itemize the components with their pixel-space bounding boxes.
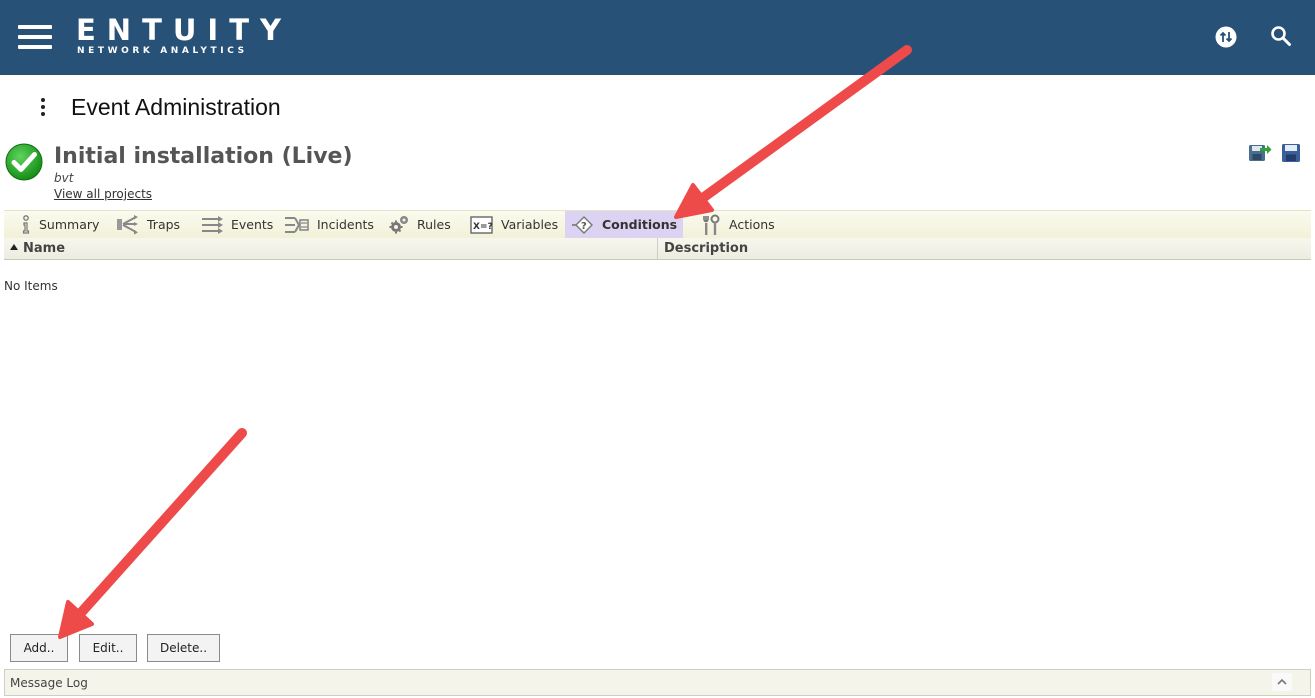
traps-icon — [117, 214, 138, 234]
chevron-up-icon[interactable] — [1272, 673, 1292, 691]
table-header: Name Description — [4, 238, 1311, 260]
message-log-label: Message Log — [10, 676, 88, 690]
tab-events-label: Events — [231, 217, 274, 232]
actions-icon — [703, 214, 720, 235]
tab-conditions[interactable]: ? Conditions — [565, 211, 684, 238]
edit-button[interactable]: Edit.. — [79, 634, 137, 662]
view-all-projects-link[interactable]: View all projects — [54, 187, 152, 201]
tab-bar: Summary Traps Events Incidents Rules X=?… — [4, 210, 1311, 238]
column-name-label: Name — [23, 241, 66, 256]
tab-summary-label: Summary — [39, 217, 100, 232]
column-header-name[interactable]: Name — [4, 238, 658, 260]
column-header-description[interactable]: Description — [658, 238, 1311, 260]
tab-variables[interactable]: X=? Variables — [464, 211, 564, 238]
save-icon[interactable] — [1281, 143, 1301, 163]
tab-incidents[interactable]: Incidents — [278, 211, 380, 238]
empty-table-message: No Items — [4, 279, 58, 293]
sync-icon[interactable] — [1215, 26, 1237, 48]
project-name: Initial installation (Live) — [54, 144, 353, 169]
annotation-arrow-conditions — [674, 45, 912, 219]
page-title: Event Administration — [71, 94, 281, 120]
check-circle-icon — [5, 143, 43, 181]
add-button[interactable]: Add.. — [10, 634, 68, 662]
tab-conditions-label: Conditions — [602, 217, 678, 232]
rules-icon — [389, 215, 408, 233]
sort-ascending-icon — [10, 244, 18, 250]
tab-events[interactable]: Events — [194, 211, 279, 238]
tab-variables-label: Variables — [501, 217, 559, 232]
annotation-arrow-add — [58, 428, 247, 639]
tab-traps-label: Traps — [147, 217, 181, 232]
tab-traps[interactable]: Traps — [110, 211, 186, 238]
tab-incidents-label: Incidents — [317, 217, 374, 232]
brand-logo: ENTUITY NETWORK ANALYTICS — [76, 15, 292, 57]
brand-name: ENTUITY — [76, 13, 292, 47]
top-bar: ENTUITY NETWORK ANALYTICS — [0, 0, 1315, 75]
incidents-icon — [285, 216, 309, 233]
project-subtitle: bvt — [54, 171, 74, 185]
message-log-panel: Message Log — [4, 669, 1311, 696]
events-icon — [202, 215, 223, 234]
variables-icon: X=? — [470, 215, 493, 234]
delete-button[interactable]: Delete.. — [147, 634, 220, 662]
export-save-icon[interactable] — [1248, 142, 1272, 162]
more-options-icon[interactable] — [34, 96, 52, 118]
tab-summary[interactable]: Summary — [14, 211, 105, 238]
tab-actions[interactable]: Actions — [694, 211, 781, 238]
svg-text:?: ? — [581, 221, 587, 232]
column-description-label: Description — [664, 241, 749, 256]
conditions-icon: ? — [572, 215, 593, 234]
svg-text:X=?: X=? — [473, 222, 493, 232]
tab-rules-label: Rules — [417, 217, 451, 232]
search-icon[interactable] — [1270, 25, 1292, 47]
tab-actions-label: Actions — [729, 217, 775, 232]
summary-icon — [22, 214, 30, 234]
tab-rules[interactable]: Rules — [382, 211, 457, 238]
hamburger-menu-icon[interactable] — [18, 25, 52, 49]
